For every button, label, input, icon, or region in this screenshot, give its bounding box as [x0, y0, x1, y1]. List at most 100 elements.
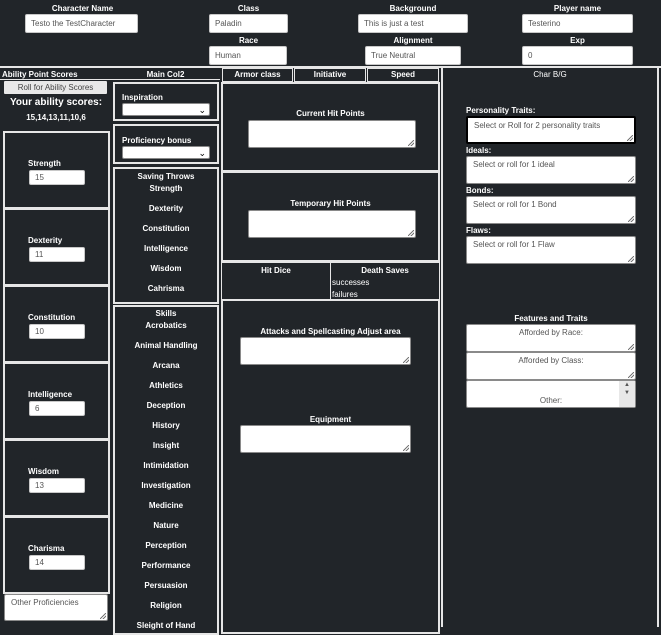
saving-throw-item[interactable]: Constitution [115, 224, 217, 233]
inspiration-select[interactable]: ⌄ [122, 103, 210, 116]
death-saves-label: Death Saves [361, 266, 409, 275]
exp-label: Exp [570, 36, 585, 45]
ability-box-constitution: Constitution 10 [3, 285, 110, 363]
player-name-input[interactable]: Testerino [522, 14, 633, 33]
ability-box-charisma: Charisma 14 [3, 516, 110, 594]
saving-throw-item[interactable]: Strength [115, 184, 217, 193]
background-input[interactable]: This is just a test [358, 14, 468, 33]
exp-input[interactable]: 0 [522, 46, 633, 65]
alignment-input[interactable]: True Neutral [365, 46, 461, 65]
class-features-textarea[interactable]: Afforded by Class: [466, 352, 636, 380]
skill-item[interactable]: History [115, 421, 217, 430]
skill-item[interactable]: Acrobatics [115, 321, 217, 330]
character-name-input[interactable]: Testo the TestCharacter [25, 14, 138, 33]
col2-title-divider [110, 79, 220, 80]
chevron-down-icon: ⌄ [198, 148, 206, 158]
ability-box-dexterity: Dexterity 11 [3, 208, 110, 286]
ability-name: Constitution [28, 313, 76, 322]
skill-item[interactable]: Persuasion [115, 581, 217, 590]
your-ability-scores-label: Your ability scores: [9, 97, 103, 108]
hit-dice-box: Hit Dice [221, 262, 331, 300]
race-features-textarea[interactable]: Afforded by Race: [466, 324, 636, 352]
saving-throw-item[interactable]: Cahrisma [115, 284, 217, 293]
skill-item[interactable]: Sleight of Hand [115, 621, 217, 630]
ability-score-input[interactable]: 10 [29, 324, 85, 339]
skill-item[interactable]: Animal Handling [115, 341, 217, 350]
other-proficiencies-textarea[interactable]: Other Proficiencies [4, 594, 108, 621]
character-name-label: Character Name [51, 4, 114, 13]
flaws-textarea[interactable]: Select or roll for 1 Flaw [466, 236, 636, 264]
ability-box-intelligence: Intelligence 6 [3, 362, 110, 440]
features-traits-title: Features and Traits [514, 314, 588, 323]
skill-item[interactable]: Deception [115, 401, 217, 410]
temp-hp-label: Temporary Hit Points [290, 199, 371, 208]
armor-class-box[interactable]: Armor class [222, 68, 293, 82]
skill-item[interactable]: Insight [115, 441, 217, 450]
ideals-textarea[interactable]: Select or roll for 1 ideal [466, 156, 636, 184]
proficiency-bonus-label: Proficiency bonus [122, 136, 192, 145]
current-hp-textarea[interactable] [248, 120, 416, 148]
ability-name: Intelligence [28, 390, 73, 399]
other-features-textarea[interactable]: Other: [466, 380, 636, 408]
main-col2-title: Main Col2 [146, 70, 185, 79]
player-name-label: Player name [553, 4, 602, 13]
saving-throw-item[interactable]: Intelligence [115, 244, 217, 253]
speed-box[interactable]: Speed [367, 68, 439, 82]
char-bg-title: Char B/G [533, 70, 567, 79]
race-input[interactable]: Human [209, 46, 287, 65]
flaws-label: Flaws: [466, 226, 491, 235]
skill-item[interactable]: Performance [115, 561, 217, 570]
skill-item[interactable]: Intimidation [115, 461, 217, 470]
ability-score-input[interactable]: 13 [29, 478, 85, 493]
skill-item[interactable]: Athletics [115, 381, 217, 390]
current-hp-box: Current Hit Points [221, 82, 440, 172]
temp-hp-textarea[interactable] [248, 210, 416, 238]
ability-score-input[interactable]: 14 [29, 555, 85, 570]
background-label: Background [389, 4, 437, 13]
ability-title-divider [0, 79, 110, 80]
death-saves-box: Death Saves successes failures [330, 262, 440, 300]
saving-throws-box: Saving Throws Strength Dexterity Constit… [113, 167, 219, 304]
alignment-label: Alignment [393, 36, 433, 45]
saving-throws-title: Saving Throws [137, 172, 195, 181]
hit-dice-label: Hit Dice [261, 266, 291, 275]
skills-box: Skills Acrobatics Animal Handling Arcana… [113, 305, 219, 635]
skill-item[interactable]: Medicine [115, 501, 217, 510]
other-features-scrollbar[interactable]: ▲ ▼ [619, 381, 635, 407]
initiative-box[interactable]: Initiative [294, 68, 366, 82]
personality-textarea[interactable]: Select or Roll for 2 personality traits [466, 116, 636, 144]
skill-item[interactable]: Nature [115, 521, 217, 530]
ideals-label: Ideals: [466, 146, 492, 155]
ability-score-input[interactable]: 15 [29, 170, 85, 185]
roll-ability-scores-button[interactable]: Roll for Ability Scores [4, 81, 107, 94]
personality-label: Personality Traits: [466, 106, 536, 115]
ability-score-input[interactable]: 6 [29, 401, 85, 416]
skill-item[interactable]: Investigation [115, 481, 217, 490]
saving-throw-item[interactable]: Dexterity [115, 204, 217, 213]
ability-box-wisdom: Wisdom 13 [3, 439, 110, 517]
death-saves-failures: failures [332, 290, 358, 299]
scroll-up-icon[interactable]: ▲ ▼ [619, 381, 635, 397]
equipment-label: Equipment [309, 415, 352, 424]
bonds-textarea[interactable]: Select or roll for 1 Bond [466, 196, 636, 224]
current-hp-label: Current Hit Points [296, 109, 365, 118]
attacks-label: Attacks and Spellcasting Adjust area [260, 327, 401, 336]
ability-score-input[interactable]: 11 [29, 247, 85, 262]
proficiency-box: Proficiency bonus ⌄ [113, 124, 219, 164]
skill-item[interactable]: Arcana [115, 361, 217, 370]
ability-name: Wisdom [28, 467, 60, 476]
ability-name: Strength [28, 159, 61, 168]
ability-scores-title: Ability Point Scores [2, 70, 78, 79]
skill-item[interactable]: Perception [115, 541, 217, 550]
equipment-textarea[interactable] [240, 425, 411, 453]
skills-title: Skills [155, 309, 177, 318]
class-input[interactable]: Paladin [209, 14, 288, 33]
ability-name: Dexterity [28, 236, 63, 245]
ability-box-strength: Strength 15 [3, 131, 110, 209]
proficiency-bonus-select[interactable]: ⌄ [122, 146, 210, 159]
inspiration-box: Inspiration ⌄ [113, 82, 219, 121]
attacks-textarea[interactable] [240, 337, 411, 365]
saving-throw-item[interactable]: Wisdom [115, 264, 217, 273]
skill-item[interactable]: Religion [115, 601, 217, 610]
bonds-label: Bonds: [466, 186, 494, 195]
